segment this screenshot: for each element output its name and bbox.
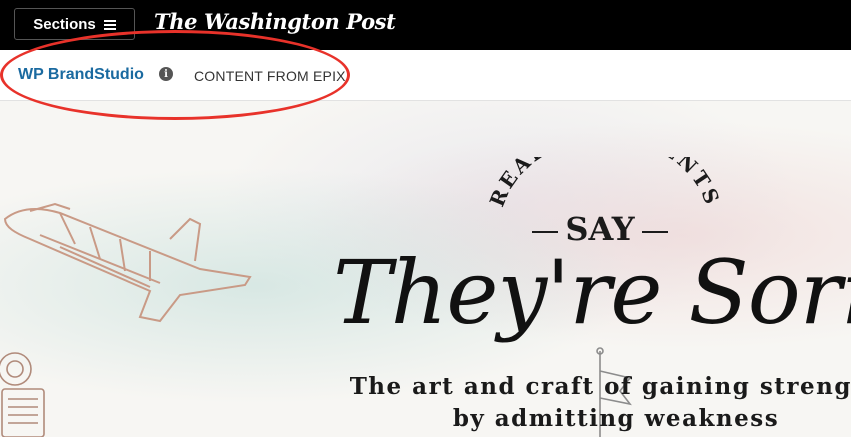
subhead-line-1: The art and craft of gaining strength [349, 373, 851, 400]
subhead-line-2: by admitting weakness [452, 405, 780, 432]
kicker-text: REAL PRESIDENTS [485, 157, 723, 210]
hero-subhead: The art and craft of gaining strength by… [336, 371, 851, 435]
red-annotation-circle [0, 30, 350, 120]
svg-text:REAL PRESIDENTS: REAL PRESIDENTS [485, 157, 726, 210]
sections-label: Sections [33, 15, 96, 33]
radio-gadget-illustration [0, 352, 45, 437]
hamburger-icon [103, 19, 116, 30]
hero-banner: REAL PRESIDENTS SAY They're Sorry The ar… [0, 101, 851, 437]
space-shuttle-illustration [3, 202, 252, 323]
hero-headline: They're Sorry [333, 241, 851, 344]
